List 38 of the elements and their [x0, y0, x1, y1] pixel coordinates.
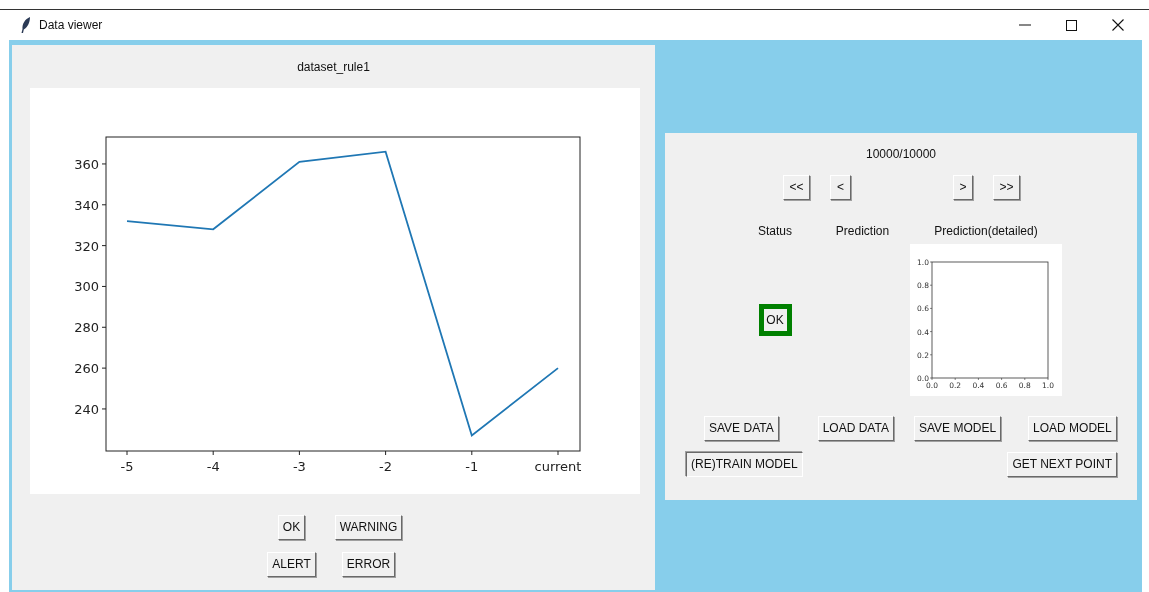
navigation-button[interactable]: >> — [993, 175, 1020, 200]
y-tick-label: 360 — [74, 156, 99, 172]
label-button[interactable]: OK — [277, 515, 306, 540]
x-tick-label: -4 — [206, 459, 220, 474]
y-tick-label: 280 — [74, 320, 99, 336]
dataset-title: dataset_rule1 — [297, 60, 370, 74]
y-tick-label: 340 — [74, 197, 99, 213]
close-icon[interactable] — [1112, 19, 1124, 31]
label-button[interactable]: ALERT — [267, 552, 316, 577]
x-tick-label: -5 — [120, 459, 134, 474]
y-tick-label: 240 — [74, 401, 99, 417]
action-button[interactable]: (RE)TRAIN MODEL — [686, 452, 803, 477]
x-tick-label: -1 — [465, 459, 479, 474]
maximize-icon[interactable] — [1066, 19, 1077, 31]
window-title: Data viewer — [39, 18, 103, 32]
x-tick-label: -2 — [379, 459, 393, 474]
label-button[interactable]: WARNING — [334, 515, 403, 540]
navigation-button[interactable]: << — [783, 175, 810, 200]
action-button[interactable]: SAVE DATA — [704, 416, 779, 441]
line-chart: 240 260 280 300 320 340 360 -5 -4 -3 -2 -1 current — [30, 88, 640, 494]
navigation-button[interactable]: > — [953, 175, 973, 200]
y-tick-label: 260 — [74, 361, 99, 377]
action-button[interactable]: SAVE MODEL — [913, 416, 1002, 441]
x-tick-label: current — [534, 459, 582, 474]
label-button[interactable]: ERROR — [341, 552, 396, 577]
navigation-button[interactable]: < — [830, 175, 851, 200]
column-header: Prediction — [835, 224, 890, 238]
sample-counter: 10000/10000 — [864, 147, 938, 161]
column-header: Status — [758, 224, 792, 238]
action-button[interactable]: LOAD DATA — [817, 416, 894, 441]
feather-icon — [21, 17, 31, 33]
y-tick-label: 320 — [74, 238, 99, 254]
status-indicator: OK — [758, 304, 792, 336]
action-button[interactable]: GET NEXT POINT — [1007, 452, 1117, 477]
y-tick-label: 300 — [74, 279, 99, 295]
x-tick-label: -3 — [292, 459, 306, 474]
action-button[interactable]: LOAD MODEL — [1028, 416, 1117, 441]
column-header: Prediction(detailed) — [934, 224, 1038, 238]
